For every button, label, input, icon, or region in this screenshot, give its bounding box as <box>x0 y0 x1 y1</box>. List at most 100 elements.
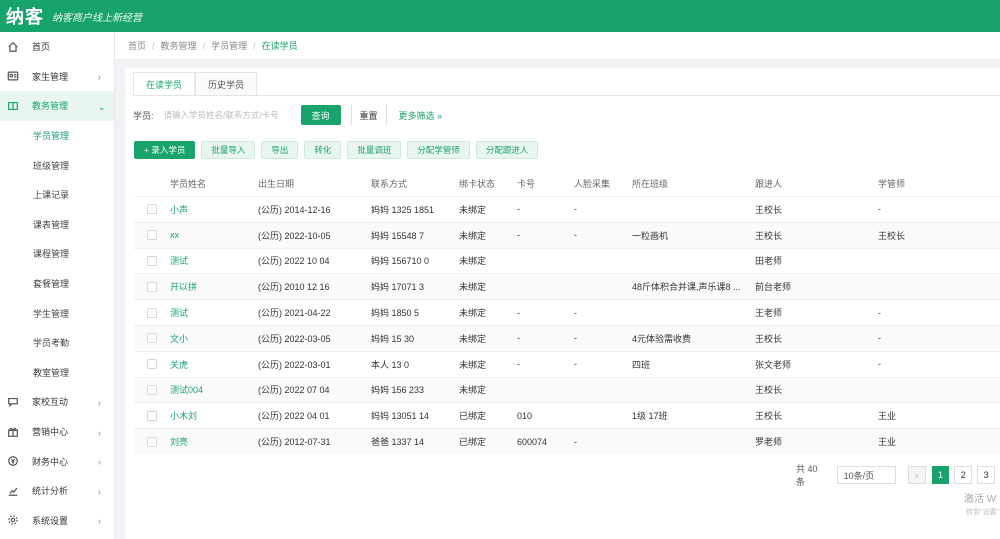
top-bar: 纳客 纳客商户线上新经营 <box>0 0 1000 32</box>
cell-advisor: 王业 <box>878 437 897 448</box>
sidebar-subitem[interactable]: 套餐管理 <box>0 269 114 299</box>
row-checkbox[interactable] <box>147 230 157 241</box>
cell-name[interactable]: xx <box>170 230 258 240</box>
chevron-icon: › <box>98 427 101 438</box>
sidebar-item[interactable]: 首页 <box>0 32 114 62</box>
cell-card-status: 已绑定 <box>459 411 487 422</box>
sidebar-item[interactable]: 营销中心 › <box>0 417 114 447</box>
cell-card-status: 未绑定 <box>459 204 487 215</box>
page-1-button[interactable]: 1 <box>931 466 950 484</box>
cell-class: 48斤体积合并课,声乐课8 ... <box>632 282 741 293</box>
row-checkbox[interactable] <box>147 436 157 447</box>
col-name: 学员姓名 <box>170 179 207 189</box>
sidebar-item[interactable]: 统计分析 › <box>0 476 114 506</box>
cell-face: - <box>574 333 577 344</box>
breadcrumb-teaching[interactable]: 教务管理 <box>161 39 197 52</box>
cell-name[interactable]: 开以拼 <box>170 280 258 293</box>
chevron-icon: › <box>98 72 101 83</box>
row-checkbox[interactable] <box>147 204 157 215</box>
assign-advisor-button[interactable]: 分配学管师 <box>407 141 470 159</box>
row-checkbox[interactable] <box>147 384 157 395</box>
sidebar-item[interactable]: 财务中心 › <box>0 446 114 476</box>
cell-name[interactable]: 文小 <box>170 332 258 345</box>
convert-button[interactable]: 转化 <box>304 141 342 159</box>
cell-card-status: 已绑定 <box>459 437 487 448</box>
more-filters-link[interactable]: 更多筛选 » <box>399 109 443 122</box>
col-class: 所在班级 <box>632 179 669 189</box>
table-row[interactable]: 关虎 (公历) 2022-03-01 本人 13 0 未绑定 - - 四班 张文老师 - <box>134 350 1000 377</box>
sidebar-item-label: 营销中心 <box>32 427 69 438</box>
sidebar-subitem[interactable]: 学员考勤 <box>0 328 114 358</box>
page-size-select[interactable]: 10条/页 <box>836 466 896 484</box>
row-checkbox[interactable] <box>147 255 157 266</box>
col-card-status: 绑卡状态 <box>459 179 496 189</box>
cell-name[interactable]: 测试 <box>170 254 258 267</box>
cell-name[interactable]: 测试 <box>170 306 258 319</box>
row-checkbox-cell <box>134 255 170 266</box>
sidebar-subitem[interactable]: 教室管理 <box>0 358 114 388</box>
table-row[interactable]: 小声 (公历) 2014-12-16 妈妈 1325 1851 未绑定 - - 王校长 - <box>134 196 1000 222</box>
row-checkbox[interactable] <box>147 281 157 292</box>
cell-name[interactable]: 小木刘 <box>170 409 258 422</box>
page-3-button[interactable]: 3 <box>977 466 995 484</box>
add-student-button[interactable]: + 录入学员 <box>134 141 196 159</box>
table-row[interactable]: 测试 (公历) 2022 10 04 妈妈 156710 0 未绑定 田老师 <box>134 247 1000 274</box>
logo[interactable]: 纳客 <box>6 3 44 29</box>
cell-advisor: - <box>878 204 881 215</box>
row-checkbox-cell <box>134 410 170 421</box>
sidebar-subitem[interactable]: 班级管理 <box>0 150 114 180</box>
table-row[interactable]: xx (公历) 2022-10-05 妈妈 15548 7 未绑定 - - 一粒画机 王校长 王… <box>134 221 1000 248</box>
sidebar-subitem-label: 上课记录 <box>33 190 70 201</box>
sidebar-subitem[interactable]: 课程管理 <box>0 239 114 269</box>
sidebar-subitem[interactable]: 课表管理 <box>0 210 114 240</box>
row-checkbox-cell <box>134 307 170 318</box>
sidebar-item[interactable]: 系统设置 › <box>0 506 114 536</box>
row-checkbox[interactable] <box>147 359 157 370</box>
row-checkbox-cell <box>134 230 170 241</box>
cell-name[interactable]: 测试004 <box>170 383 258 396</box>
cell-card-status: 未绑定 <box>459 308 487 319</box>
cell-birthday: (公历) 2022 07 04 <box>258 385 330 396</box>
row-checkbox[interactable] <box>147 410 157 421</box>
batch-transfer-button[interactable]: 批量调班 <box>347 141 402 159</box>
table-row[interactable]: 刘亮 (公历) 2012-07-31 爸爸 1337 14 已绑定 600074 - 罗老师… <box>134 428 1000 454</box>
search-input[interactable]: 请输入学员姓名/联系方式/卡号 <box>158 105 298 125</box>
cell-name[interactable]: 小声 <box>170 203 258 216</box>
reset-button[interactable]: 重置 <box>350 105 387 125</box>
cell-card-number: - <box>517 307 520 318</box>
cell-contact: 妈妈 156710 0 <box>371 256 430 267</box>
batch-import-button[interactable]: 批量导入 <box>201 141 256 159</box>
table-row[interactable]: 开以拼 (公历) 2010 12 16 妈妈 17071 3 未绑定 48斤体积合并课,… <box>134 273 1000 300</box>
cell-contact: 妈妈 156 233 <box>371 385 425 396</box>
breadcrumb-students[interactable]: 学员管理 <box>211 39 247 52</box>
page-2-button[interactable]: 2 <box>954 466 973 484</box>
table-row[interactable]: 测试 (公历) 2021-04-22 妈妈 1850 5 未绑定 - - 王老师 - <box>134 299 1000 325</box>
sidebar-subitem[interactable]: 学员管理 <box>0 121 114 151</box>
sidebar-item[interactable]: 教务管理 ⌄ <box>0 91 114 121</box>
tab-current-students[interactable]: 在读学员 <box>133 72 196 96</box>
table-row[interactable]: 测试004 (公历) 2022 07 04 妈妈 156 233 未绑定 王校长 <box>134 376 1000 403</box>
sidebar-item[interactable]: 家校互动 › <box>0 387 114 417</box>
cell-card-number: - <box>517 333 520 344</box>
cell-class: 4元体验需收费 <box>632 333 692 344</box>
row-checkbox[interactable] <box>147 333 157 344</box>
cell-name[interactable]: 刘亮 <box>170 435 258 448</box>
table-row[interactable]: 文小 (公历) 2022-03-05 妈妈 15 30 未绑定 - - 4元体验需收费 王校长… <box>134 324 1000 351</box>
tab-history-students[interactable]: 历史学员 <box>195 72 258 96</box>
sidebar-item[interactable]: 家生管理 › <box>0 62 114 92</box>
table-row[interactable]: 小木刘 (公历) 2022 04 01 妈妈 13051 14 已绑定 010 1级 17… <box>134 402 1000 428</box>
row-checkbox[interactable] <box>147 307 157 318</box>
sidebar-subitem[interactable]: 上课记录 <box>0 180 114 210</box>
query-button[interactable]: 查询 <box>300 105 341 125</box>
row-checkbox-cell <box>134 384 170 395</box>
sidebar-subitem[interactable]: 学生管理 <box>0 298 114 328</box>
cell-follower: 张文老师 <box>755 359 792 370</box>
prev-page-button[interactable]: ‹ <box>907 466 926 484</box>
assign-follower-button[interactable]: 分配跟进人 <box>475 141 539 159</box>
export-button[interactable]: 导出 <box>261 141 299 159</box>
chart-icon <box>6 484 20 498</box>
breadcrumb-home[interactable]: 首页 <box>128 39 146 52</box>
cell-name[interactable]: 关虎 <box>170 358 258 371</box>
cell-card-number: - <box>517 230 520 241</box>
cell-follower: 王校长 <box>755 230 783 241</box>
